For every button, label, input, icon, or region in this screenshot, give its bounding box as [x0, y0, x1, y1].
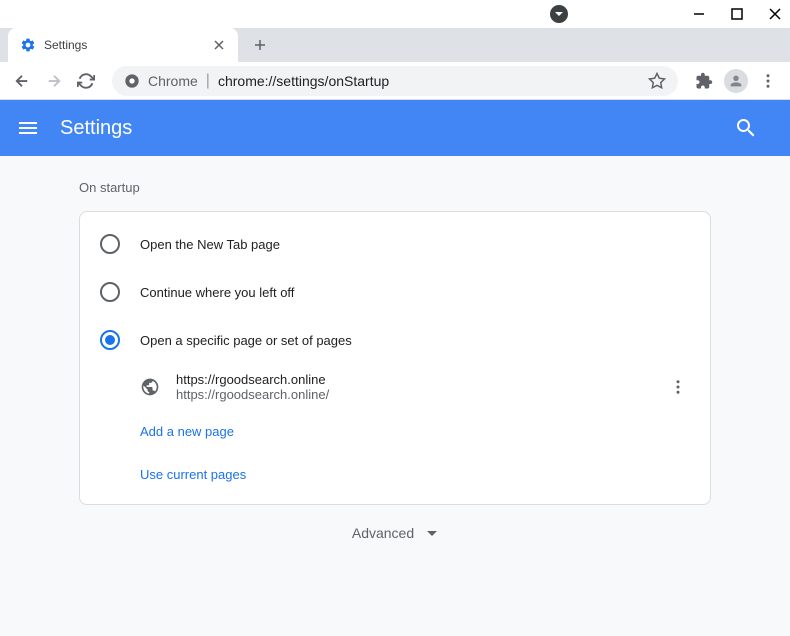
forward-button[interactable] — [40, 67, 68, 95]
radio-label: Open the New Tab page — [140, 237, 280, 252]
page-info: https://rgoodsearch.online https://rgood… — [176, 372, 666, 402]
more-menu-icon[interactable] — [754, 67, 782, 95]
radio-specific-pages[interactable]: Open a specific page or set of pages — [80, 316, 710, 364]
browser-tab[interactable]: Settings — [8, 28, 238, 62]
url-prefix: Chrome — [148, 73, 198, 89]
close-window-button[interactable] — [768, 7, 782, 21]
chevron-down-icon — [426, 527, 438, 539]
advanced-toggle[interactable]: Advanced — [79, 505, 711, 561]
back-button[interactable] — [8, 67, 36, 95]
bookmark-star-icon[interactable] — [648, 72, 666, 90]
maximize-button[interactable] — [730, 7, 744, 21]
window-controls — [0, 0, 790, 28]
radio-icon — [100, 330, 120, 350]
page-more-button[interactable] — [666, 375, 690, 399]
radio-label: Open a specific page or set of pages — [140, 333, 352, 348]
startup-card: Open the New Tab page Continue where you… — [79, 211, 711, 505]
address-bar[interactable]: Chrome | chrome://settings/onStartup — [112, 66, 678, 96]
chrome-icon — [124, 73, 140, 89]
radio-new-tab[interactable]: Open the New Tab page — [80, 220, 710, 268]
dropdown-pill[interactable] — [550, 5, 568, 23]
content-area[interactable]: On startup Open the New Tab page Continu… — [0, 156, 790, 636]
use-current-pages-link[interactable]: Use current pages — [80, 453, 710, 496]
minimize-button[interactable] — [692, 7, 706, 21]
settings-header: Settings — [0, 100, 790, 156]
hamburger-menu-icon[interactable] — [16, 116, 40, 140]
radio-continue[interactable]: Continue where you left off — [80, 268, 710, 316]
profile-avatar[interactable] — [722, 67, 750, 95]
extensions-icon[interactable] — [690, 67, 718, 95]
advanced-label: Advanced — [352, 525, 414, 541]
tab-strip: Settings — [0, 28, 790, 62]
section-title: On startup — [79, 180, 711, 195]
reload-button[interactable] — [72, 67, 100, 95]
url-path: chrome://settings/onStartup — [218, 73, 389, 89]
search-icon[interactable] — [734, 116, 758, 140]
radio-icon — [100, 234, 120, 254]
settings-page-title: Settings — [60, 117, 734, 140]
close-tab-icon[interactable] — [212, 38, 226, 52]
globe-icon — [140, 377, 160, 397]
new-tab-button[interactable] — [246, 31, 274, 59]
radio-label: Continue where you left off — [140, 285, 294, 300]
url-divider: | — [206, 72, 210, 90]
add-page-link[interactable]: Add a new page — [80, 410, 710, 453]
settings-gear-icon — [20, 37, 36, 53]
page-title: https://rgoodsearch.online — [176, 372, 666, 387]
radio-icon — [100, 282, 120, 302]
page-url: https://rgoodsearch.online/ — [176, 387, 666, 402]
startup-page-entry: https://rgoodsearch.online https://rgood… — [80, 364, 710, 410]
tab-title: Settings — [44, 38, 204, 52]
toolbar: Chrome | chrome://settings/onStartup — [0, 62, 790, 100]
